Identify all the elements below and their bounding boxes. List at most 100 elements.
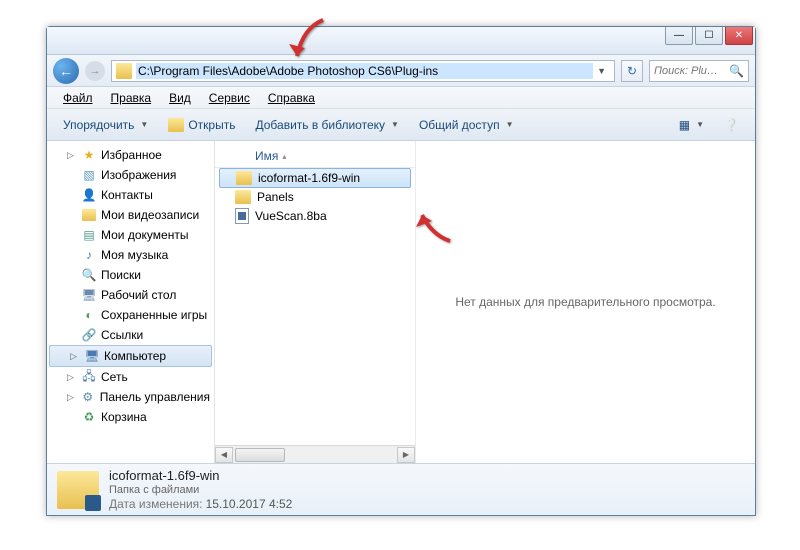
file-name: Panels: [257, 190, 294, 204]
sidebar-item-searches[interactable]: 🔍Поиски: [47, 265, 214, 285]
sidebar-label: Панель управления: [100, 390, 210, 404]
file-icon: [235, 208, 249, 224]
folder-icon: [116, 63, 132, 79]
share-button[interactable]: Общий доступ ▼: [411, 114, 522, 136]
expand-icon[interactable]: ▷: [67, 392, 76, 403]
sidebar-item-network[interactable]: ▷ 🖧 Сеть: [47, 367, 214, 387]
sidebar-label: Сеть: [101, 370, 128, 384]
view-options-button[interactable]: ▦▼: [671, 114, 712, 136]
menu-file[interactable]: Файл: [55, 89, 101, 107]
search-box[interactable]: 🔍: [649, 60, 749, 82]
details-date: Дата изменения: 15.10.2017 4:52: [109, 497, 292, 511]
sidebar-label: Мои документы: [101, 228, 188, 242]
horizontal-scrollbar[interactable]: ◀ ▶: [215, 445, 415, 463]
main-pane: Имя ▴ icoformat-1.6f9-win Panels VueScan…: [215, 141, 755, 463]
explorer-window: — ☐ ✕ ← → ▼ ↻ 🔍 Файл Правка Вид Сервис С…: [46, 26, 756, 516]
chevron-down-icon: ▼: [506, 120, 514, 129]
scroll-right-button[interactable]: ▶: [397, 447, 415, 463]
details-type: Папка с файлами: [109, 484, 292, 496]
help-icon-button[interactable]: ❔: [716, 114, 747, 136]
close-button[interactable]: ✕: [725, 27, 753, 45]
addlib-label: Добавить в библиотеку: [255, 118, 385, 132]
menu-tools[interactable]: Сервис: [201, 89, 258, 107]
sidebar-item-pictures[interactable]: ▧Изображения: [47, 165, 214, 185]
maximize-button[interactable]: ☐: [695, 27, 723, 45]
sidebar-label: Моя музыка: [101, 248, 168, 262]
sidebar-item-contacts[interactable]: 👤 Контакты: [47, 185, 214, 205]
sidebar-label: Мои видеозаписи: [101, 208, 199, 222]
file-item-folder[interactable]: Panels: [215, 188, 415, 206]
details-folder-icon: [57, 471, 99, 509]
expand-icon[interactable]: ▷: [67, 372, 77, 383]
open-button[interactable]: Открыть: [160, 114, 243, 136]
expand-icon[interactable]: ▷: [70, 351, 80, 362]
games-icon: ◐: [81, 307, 97, 323]
sidebar-item-control-panel[interactable]: ▷ ⚙ Панель управления: [47, 387, 214, 407]
titlebar: — ☐ ✕: [47, 27, 755, 55]
column-label: Имя: [255, 149, 278, 163]
sidebar-item-recycle-bin[interactable]: ♻Корзина: [47, 407, 214, 427]
sidebar-label: Изображения: [101, 168, 176, 182]
sidebar-item-saved-games[interactable]: ◐ Сохраненные игры: [47, 305, 214, 325]
content-area: ▷★Избранное ▧Изображения 👤Контакты Мои в…: [47, 141, 755, 463]
scrollbar-thumb[interactable]: [235, 448, 285, 462]
chevron-down-icon: ▼: [391, 120, 399, 129]
folder-icon: [236, 171, 252, 185]
recycle-icon: ♻: [81, 409, 97, 425]
menu-view[interactable]: Вид: [161, 89, 199, 107]
sidebar-item-music[interactable]: ♪ Моя музыка: [47, 245, 214, 265]
computer-icon: 🖥: [84, 348, 100, 364]
preview-pane: Нет данных для предварительного просмотр…: [415, 141, 755, 463]
command-toolbar: Упорядочить ▼ Открыть Добавить в библиот…: [47, 109, 755, 141]
star-icon: ★: [81, 147, 97, 163]
menu-bar: Файл Правка Вид Сервис Справка: [47, 87, 755, 109]
menu-help[interactable]: Справка: [260, 89, 323, 107]
preview-empty-text: Нет данных для предварительного просмотр…: [455, 295, 715, 309]
back-button[interactable]: ←: [53, 58, 79, 84]
navigation-pane[interactable]: ▷★Избранное ▧Изображения 👤Контакты Мои в…: [47, 141, 215, 463]
address-input[interactable]: [136, 63, 593, 79]
address-bar[interactable]: ▼: [111, 60, 615, 82]
contacts-icon: 👤: [81, 187, 97, 203]
search-icon: 🔍: [81, 267, 97, 283]
address-dropdown[interactable]: ▼: [593, 66, 610, 76]
network-icon: 🖧: [81, 369, 97, 385]
sidebar-label: Сохраненные игры: [101, 308, 207, 322]
documents-icon: ▤: [81, 227, 97, 243]
chevron-down-icon: ▼: [140, 120, 148, 129]
column-header-name[interactable]: Имя ▴: [215, 145, 415, 168]
share-label: Общий доступ: [419, 118, 500, 132]
open-label: Открыть: [188, 118, 235, 132]
sidebar-item-favorites[interactable]: ▷★Избранное: [47, 145, 214, 165]
scrollbar-track[interactable]: [233, 448, 397, 462]
sidebar-label: Рабочий стол: [101, 288, 176, 302]
file-list[interactable]: Имя ▴ icoformat-1.6f9-win Panels VueScan…: [215, 141, 415, 445]
sidebar-item-videos[interactable]: Мои видеозаписи: [47, 205, 214, 225]
file-item-folder-selected[interactable]: icoformat-1.6f9-win: [219, 168, 411, 188]
sidebar-item-desktop[interactable]: 🖥 Рабочий стол: [47, 285, 214, 305]
folder-open-icon: [168, 118, 184, 132]
file-name: icoformat-1.6f9-win: [258, 171, 360, 185]
menu-edit[interactable]: Правка: [103, 89, 160, 107]
scroll-left-button[interactable]: ◀: [215, 447, 233, 463]
desktop-icon: 🖥: [81, 287, 97, 303]
file-item-document[interactable]: VueScan.8ba: [215, 206, 415, 226]
sidebar-label: Контакты: [101, 188, 153, 202]
sidebar-item-links[interactable]: 🔗Ссылки: [47, 325, 214, 345]
expand-icon[interactable]: ▷: [67, 150, 77, 161]
music-icon: ♪: [81, 247, 97, 263]
sidebar-item-documents[interactable]: ▤ Мои документы: [47, 225, 214, 245]
organize-label: Упорядочить: [63, 118, 134, 132]
navigation-bar: ← → ▼ ↻ 🔍: [47, 55, 755, 87]
sort-indicator-icon: ▴: [282, 152, 286, 161]
links-icon: 🔗: [81, 327, 97, 343]
refresh-button[interactable]: ↻: [621, 60, 643, 82]
forward-button[interactable]: →: [85, 61, 105, 81]
minimize-button[interactable]: —: [665, 27, 693, 45]
folder-icon: [235, 190, 251, 204]
search-input[interactable]: [654, 65, 729, 77]
organize-button[interactable]: Упорядочить ▼: [55, 114, 156, 136]
control-panel-icon: ⚙: [80, 389, 96, 405]
sidebar-item-computer[interactable]: ▷🖥Компьютер: [49, 345, 212, 367]
add-to-library-button[interactable]: Добавить в библиотеку ▼: [247, 114, 406, 136]
